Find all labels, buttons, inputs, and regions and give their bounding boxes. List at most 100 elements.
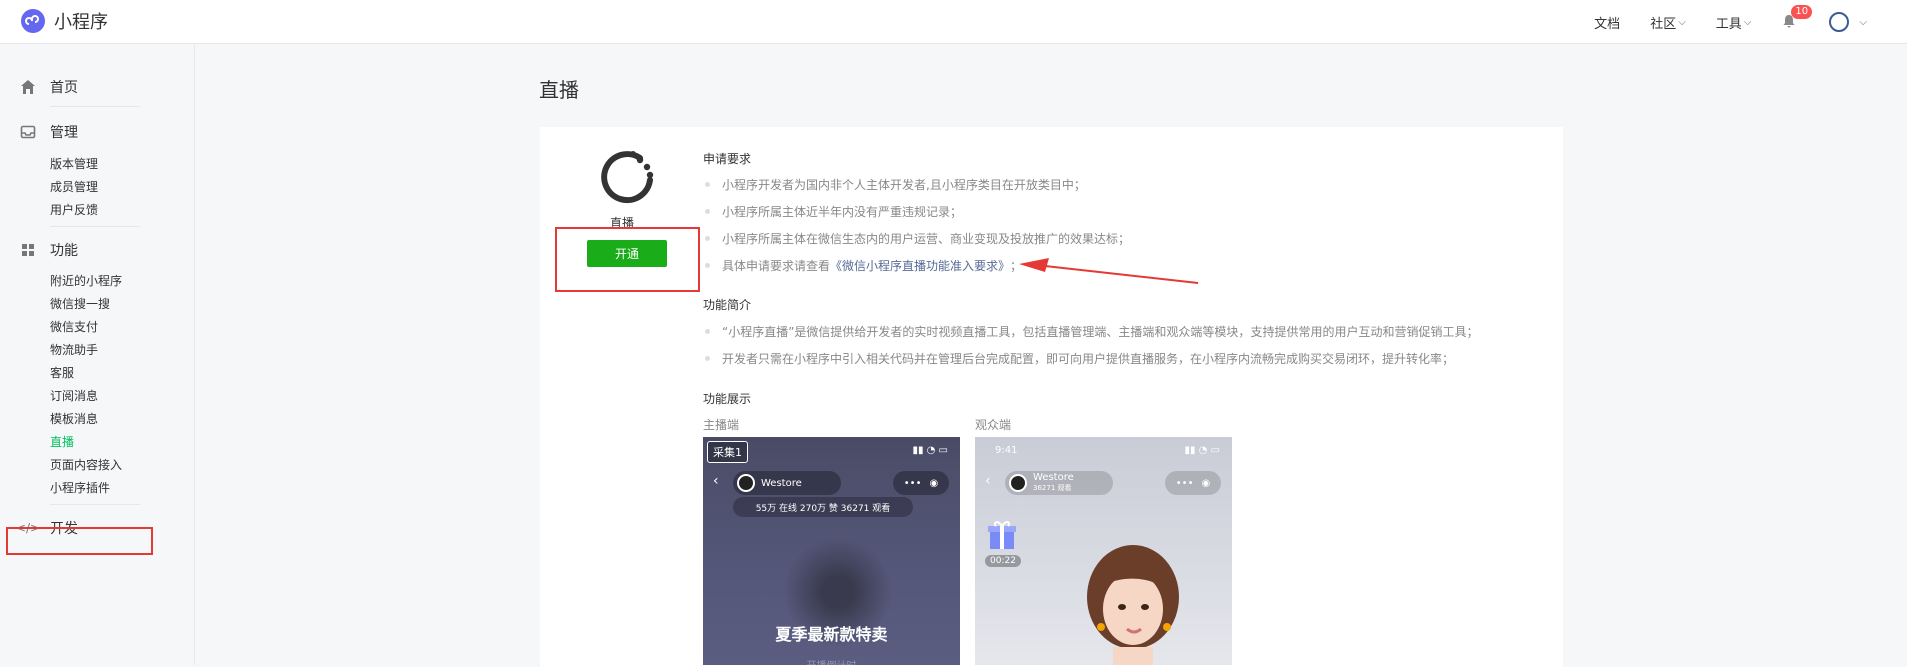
divider xyxy=(50,106,140,107)
app-title: 小程序 xyxy=(54,12,108,33)
sidebar-item-nearby[interactable]: 附近的小程序 xyxy=(50,272,122,289)
sidebar-item-page-content[interactable]: 页面内容接入 xyxy=(50,456,122,473)
bullet-dot xyxy=(705,236,710,241)
anchor-label: 主播端 xyxy=(703,418,740,432)
annotation-box-open-button xyxy=(555,227,700,292)
sidebar-section-manage[interactable]: 管理 xyxy=(20,122,78,142)
requirements-title: 申请要求 xyxy=(703,152,752,166)
list-item: 具体申请要求请查看 《微信小程序直播功能准入要求》 ； xyxy=(703,257,1022,274)
list-item: 开发者只需在小程序中引入相关代码并在管理后台完成配置，即可向用户提供直播服务，在… xyxy=(703,350,1454,367)
menu-pill: ••• ◉ xyxy=(893,471,949,495)
list-item: “小程序直播”是微信提供给开发者的实时视频直播工具，包括直播管理端、主播端和观众… xyxy=(703,323,1478,340)
divider xyxy=(50,226,140,227)
store-avatar xyxy=(737,474,755,492)
anchor-preview-image: 采集1 ▮▮ ◔ ▭ ‹ Westore ••• ◉ 55万 在线 270万 赞… xyxy=(703,437,960,665)
chevron-down-icon: ⌵ xyxy=(1678,16,1686,28)
sidebar-manage-label: 管理 xyxy=(50,125,78,141)
grid-icon xyxy=(20,242,36,258)
logo[interactable]: 小程序 xyxy=(20,8,108,34)
promo-subtitle: 开播倒计时 xyxy=(703,657,960,665)
requirement-text: 小程序开发者为国内非个人主体开发者,且小程序类目在开放类目中； xyxy=(722,178,1086,192)
store-pill: Westore xyxy=(733,471,841,495)
top-nav: 文档 社区 ⌵ 工具 ⌵ 10 ⌵ xyxy=(1564,0,1867,44)
notification-button[interactable]: 10 xyxy=(1781,5,1813,31)
nav-tools-label: 工具 xyxy=(1715,16,1742,32)
back-icon: ‹ xyxy=(985,473,991,489)
countdown-timer: 00:22 xyxy=(985,555,1021,567)
requirements-doc-link[interactable]: 《微信小程序直播功能准入要求》 xyxy=(830,257,1010,274)
host-portrait xyxy=(1087,545,1179,665)
sidebar-item-version[interactable]: 版本管理 xyxy=(50,155,98,172)
sidebar-item-template[interactable]: 模板消息 xyxy=(50,410,98,427)
sidebar-home-label: 首页 xyxy=(50,80,78,96)
store-avatar xyxy=(1009,474,1027,492)
promo-title: 夏季最新款特卖 xyxy=(775,625,888,644)
chevron-down-icon: ⌵ xyxy=(1859,16,1867,28)
sidebar-item-plugins[interactable]: 小程序插件 xyxy=(50,479,110,496)
store-info: Westore 36271 观看 xyxy=(1033,473,1074,493)
sidebar-item-feedback[interactable]: 用户反馈 xyxy=(50,201,98,218)
requirement-text: 小程序所属主体近半年内没有严重违规记录； xyxy=(722,205,963,219)
status-icons: ▮▮ ◔ ▭ xyxy=(1184,445,1220,456)
live-icon xyxy=(601,151,654,204)
viewer-preview-image: 9:41 ▮▮ ◔ ▭ ‹ Westore 36271 观看 ••• ◉ 00:… xyxy=(975,437,1232,665)
close-circle-icon: ◉ xyxy=(1201,477,1211,489)
list-item: 小程序所属主体在微信生态内的用户运营、商业变现及投放推广的效果达标； xyxy=(703,230,1130,247)
nav-community-label: 社区 xyxy=(1650,16,1677,32)
divider xyxy=(50,504,140,505)
intro-text: “小程序直播”是微信提供给开发者的实时视频直播工具，包括直播管理端、主播端和观众… xyxy=(722,325,1479,339)
intro-title: 功能简介 xyxy=(703,298,752,312)
viewer-count: 36271 观看 xyxy=(1033,484,1072,492)
list-item: 小程序开发者为国内非个人主体开发者,且小程序类目在开放类目中； xyxy=(703,176,1086,193)
nav-tools-menu[interactable]: 工具 ⌵ xyxy=(1716,13,1752,32)
sidebar-features-label: 功能 xyxy=(50,243,78,259)
status-icons: ▮▮ ◔ ▭ xyxy=(912,445,948,456)
chevron-down-icon: ⌵ xyxy=(1743,16,1752,28)
requirement-text: 小程序所属主体在微信生态内的用户运营、商业变现及投放推广的效果达标； xyxy=(722,232,1131,246)
bullet-dot xyxy=(705,182,710,187)
store-name: Westore xyxy=(761,477,802,489)
nav-docs-link[interactable]: 文档 xyxy=(1594,13,1620,32)
sidebar-item-search[interactable]: 微信搜一搜 xyxy=(50,295,110,312)
requirement-link-prefix: 具体申请要求请查看 xyxy=(722,259,831,273)
nav-community-menu[interactable]: 社区 ⌵ xyxy=(1650,13,1686,32)
gift-icon xyxy=(988,521,1016,549)
miniprogram-logo-icon xyxy=(21,9,45,33)
bell-icon: 10 xyxy=(1781,5,1813,31)
capture-tag: 采集1 xyxy=(707,441,748,463)
bullet-dot xyxy=(705,356,710,361)
sidebar-item-members[interactable]: 成员管理 xyxy=(50,178,98,195)
notification-badge: 10 xyxy=(1791,5,1813,19)
top-bar: 小程序 文档 社区 ⌵ 工具 ⌵ 10 ⌵ xyxy=(0,0,1907,44)
more-icon: ••• xyxy=(1175,477,1194,489)
sidebar-item-pay[interactable]: 微信支付 xyxy=(50,318,98,335)
bullet-dot xyxy=(705,329,710,334)
viewer-label: 观众端 xyxy=(975,418,1012,432)
annotation-box-sidebar-live xyxy=(6,527,153,555)
avatar xyxy=(1829,12,1850,32)
home-icon xyxy=(20,79,36,95)
bullet-dot xyxy=(705,263,710,268)
sidebar-item-home[interactable]: 首页 xyxy=(20,77,78,97)
sidebar: 首页 管理 版本管理 成员管理 用户反馈 功能 附近的小程序 微信搜一搜 微信支… xyxy=(0,45,195,665)
bullet-dot xyxy=(705,209,710,214)
sidebar-item-logistics[interactable]: 物流助手 xyxy=(50,341,98,358)
account-menu[interactable]: ⌵ xyxy=(1829,12,1867,32)
live-stats: 55万 在线 270万 赞 36271 观看 xyxy=(733,497,913,517)
page-title: 直播 xyxy=(539,78,579,102)
back-icon: ‹ xyxy=(713,473,719,489)
close-circle-icon: ◉ xyxy=(929,477,939,489)
inbox-icon xyxy=(20,124,36,140)
store-pill: Westore 36271 观看 xyxy=(1005,471,1113,495)
intro-text: 开发者只需在小程序中引入相关代码并在管理后台完成配置，即可向用户提供直播服务，在… xyxy=(722,352,1455,366)
sidebar-item-subscribe[interactable]: 订阅消息 xyxy=(50,387,98,404)
annotation-arrow xyxy=(1019,258,1199,284)
sidebar-section-features[interactable]: 功能 xyxy=(20,240,78,260)
store-name: Westore xyxy=(1033,472,1074,483)
status-time: 9:41 xyxy=(995,445,1018,456)
demo-title: 功能展示 xyxy=(703,392,752,406)
sidebar-item-live[interactable]: 直播 xyxy=(50,433,74,450)
list-item: 小程序所属主体近半年内没有严重违规记录； xyxy=(703,203,962,220)
sidebar-item-service[interactable]: 客服 xyxy=(50,364,74,381)
menu-pill: ••• ◉ xyxy=(1165,471,1221,495)
